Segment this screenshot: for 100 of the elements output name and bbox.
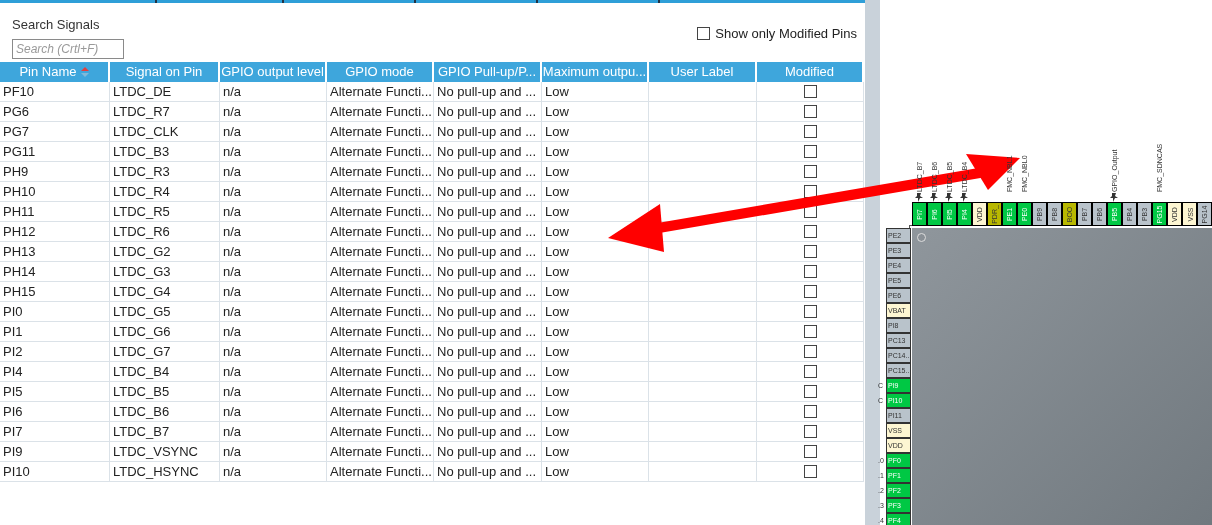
modified-checkbox[interactable] <box>803 305 817 318</box>
table-cell: n/a <box>220 462 327 482</box>
table-cell: PF10 <box>0 82 110 102</box>
modified-checkbox[interactable] <box>803 245 817 258</box>
table-cell: n/a <box>220 442 327 462</box>
table-cell: PH11 <box>0 202 110 222</box>
table-cell: PH10 <box>0 182 110 202</box>
table-cell: No pull-up and ... <box>434 122 542 142</box>
modified-checkbox[interactable] <box>803 425 817 438</box>
table-cell: n/a <box>220 402 327 422</box>
table-cell: n/a <box>220 362 327 382</box>
table-cell: Alternate Functi... <box>327 442 434 462</box>
table-cell: No pull-up and ... <box>434 402 542 422</box>
table-cell: PH9 <box>0 162 110 182</box>
table-cell: PH13 <box>0 242 110 262</box>
table-cell: PI7 <box>0 422 110 442</box>
table-cell: No pull-up and ... <box>434 322 542 342</box>
table-cell: LTDC_R7 <box>110 102 220 122</box>
table-cell: LTDC_B5 <box>110 382 220 402</box>
table-cell: n/a <box>220 102 327 122</box>
table-cell: Alternate Functi... <box>327 82 434 102</box>
table-cell: PI9 <box>0 442 110 462</box>
table-cell: Alternate Functi... <box>327 422 434 442</box>
table-cell: n/a <box>220 142 327 162</box>
table-cell: LTDC_G2 <box>110 242 220 262</box>
table-cell: LTDC_G3 <box>110 262 220 282</box>
modified-checkbox[interactable] <box>803 405 817 418</box>
table-cell: LTDC_G4 <box>110 282 220 302</box>
table-cell: Alternate Functi... <box>327 462 434 482</box>
table-cell: PG7 <box>0 122 110 142</box>
table-cell: Alternate Functi... <box>327 322 434 342</box>
modified-checkbox[interactable] <box>803 385 817 398</box>
table-cell: No pull-up and ... <box>434 422 542 442</box>
modified-pins-checkbox[interactable]: Show only Modified Pins <box>697 26 857 41</box>
search-field[interactable]: Search (Crtl+F) <box>12 39 124 59</box>
table-cell: No pull-up and ... <box>434 342 542 362</box>
modified-checkbox[interactable] <box>803 345 817 358</box>
table-cell: Low <box>542 442 649 462</box>
table-cell: LTDC_DE <box>110 82 220 102</box>
modified-checkbox[interactable] <box>803 445 817 458</box>
modified-checkbox[interactable] <box>803 225 817 238</box>
modified-checkbox[interactable] <box>803 365 817 378</box>
pushpin-icon <box>959 192 970 202</box>
table-cell: n/a <box>220 382 327 402</box>
pushpin-icon <box>914 192 925 202</box>
modified-checkbox[interactable] <box>803 85 817 98</box>
table-cell: LTDC_HSYNC <box>110 462 220 482</box>
table-cell: Low <box>542 82 649 102</box>
pushpin-icon <box>929 192 940 202</box>
table-cell: No pull-up and ... <box>434 162 542 182</box>
modified-checkbox[interactable] <box>803 165 817 178</box>
table-cell: LTDC_R4 <box>110 182 220 202</box>
modified-checkbox[interactable] <box>803 145 817 158</box>
table-cell: Low <box>542 342 649 362</box>
table-cell: PI1 <box>0 322 110 342</box>
table-cell: LTDC_G6 <box>110 322 220 342</box>
table-cell: Alternate Functi... <box>327 342 434 362</box>
pushpin-icon <box>944 192 955 202</box>
table-cell: Alternate Functi... <box>327 162 434 182</box>
table-cell: Low <box>542 142 649 162</box>
modified-checkbox[interactable] <box>803 105 817 118</box>
table-cell: n/a <box>220 322 327 342</box>
modified-checkbox[interactable] <box>803 325 817 338</box>
table-cell: No pull-up and ... <box>434 222 542 242</box>
table-cell: Alternate Functi... <box>327 222 434 242</box>
splitter[interactable] <box>865 0 880 525</box>
modified-checkbox[interactable] <box>803 465 817 478</box>
table-cell: n/a <box>220 422 327 442</box>
modified-checkbox[interactable] <box>803 265 817 278</box>
table-cell: LTDC_G7 <box>110 342 220 362</box>
modified-checkbox[interactable] <box>803 285 817 298</box>
table-cell: Alternate Functi... <box>327 302 434 322</box>
table-cell: PI10 <box>0 462 110 482</box>
table-cell: No pull-up and ... <box>434 182 542 202</box>
table-cell: Alternate Functi... <box>327 382 434 402</box>
table-cell: Alternate Functi... <box>327 402 434 422</box>
table-cell: PG6 <box>0 102 110 122</box>
table-cell: n/a <box>220 202 327 222</box>
table-cell: n/a <box>220 242 327 262</box>
table-cell: Low <box>542 302 649 322</box>
table-cell: Low <box>542 102 649 122</box>
table-cell: Low <box>542 422 649 442</box>
modified-checkbox[interactable] <box>803 125 817 138</box>
table-cell: Low <box>542 122 649 142</box>
table-cell: No pull-up and ... <box>434 302 542 322</box>
table-cell: Low <box>542 162 649 182</box>
table-cell: n/a <box>220 222 327 242</box>
table-cell: PH14 <box>0 262 110 282</box>
table-cell: LTDC_CLK <box>110 122 220 142</box>
table-cell: n/a <box>220 182 327 202</box>
table-cell: Alternate Functi... <box>327 362 434 382</box>
table-cell: Low <box>542 322 649 342</box>
table-cell: LTDC_R3 <box>110 162 220 182</box>
table-cell: n/a <box>220 122 327 142</box>
table-cell: No pull-up and ... <box>434 242 542 262</box>
table-cell: PH15 <box>0 282 110 302</box>
pushpin-icon <box>1109 192 1120 202</box>
table-cell: Low <box>542 182 649 202</box>
table-cell: PG11 <box>0 142 110 162</box>
table-cell: Alternate Functi... <box>327 282 434 302</box>
